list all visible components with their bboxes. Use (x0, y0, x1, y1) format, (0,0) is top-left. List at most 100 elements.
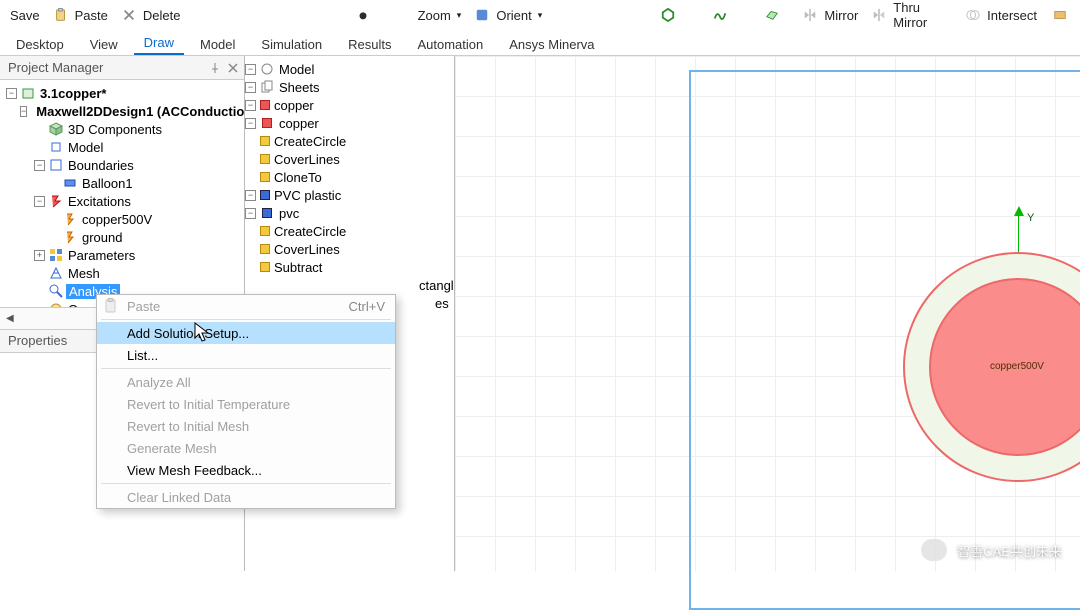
tab-desktop[interactable]: Desktop (6, 34, 74, 55)
mtree-pvc[interactable]: −pvc (245, 204, 454, 222)
ctx-paste-short: Ctrl+V (349, 299, 385, 314)
ctx-generate-mesh: Generate Mesh (97, 437, 395, 459)
mtree-cloneto[interactable]: CloneTo (245, 168, 454, 186)
paste-icon (103, 298, 119, 314)
intersect-label: Intersect (987, 8, 1037, 23)
cube-icon (49, 122, 63, 136)
intersect-button[interactable]: Intersect (960, 6, 1043, 25)
mtree-copper[interactable]: −copper (245, 114, 454, 132)
orient-label: Orient (496, 8, 531, 23)
save-button[interactable]: Save (4, 6, 46, 25)
mtree-partial1[interactable]: Subtract (245, 258, 454, 276)
tree-root[interactable]: −3.1copper* (0, 84, 244, 102)
bug-icon-button[interactable] (350, 6, 379, 24)
paste-label: Paste (75, 8, 108, 23)
zoom-button[interactable]: Zoom▾ (412, 6, 468, 25)
bolt-icon (63, 212, 77, 226)
tab-minerva[interactable]: Ansys Minerva (499, 34, 604, 55)
canvas[interactable]: Y copper500V (455, 56, 1080, 571)
hex-button[interactable] (655, 6, 684, 24)
tree-cu500v[interactable]: copper500V (0, 210, 244, 228)
mirror-icon (803, 8, 817, 22)
tab-simulation[interactable]: Simulation (251, 34, 332, 55)
wechat-icon (921, 539, 947, 561)
tab-results[interactable]: Results (338, 34, 401, 55)
hexagon-icon (661, 8, 675, 22)
design-label: Maxwell2DDesign1 (ACConduction) (34, 104, 244, 119)
center-label: copper500V (990, 361, 1044, 372)
path-icon (713, 8, 727, 22)
tree-3dcomp[interactable]: 3D Components (0, 120, 244, 138)
mtree-sheets[interactable]: −Sheets (245, 78, 454, 96)
excit-icon (49, 194, 63, 208)
thru-mirror-button[interactable]: Thru Mirror (866, 0, 958, 32)
delete-button[interactable]: Delete (116, 6, 187, 25)
ctx-paste-label: Paste (127, 299, 160, 314)
surface-button[interactable] (759, 6, 788, 24)
blue-material-icon (260, 190, 270, 200)
red-material-icon (260, 100, 270, 110)
surface-icon (765, 8, 779, 22)
model-icon (49, 140, 63, 154)
ctx-list[interactable]: List... (97, 344, 395, 366)
pm-title-label: Project Manager (8, 60, 103, 75)
ctx-analyze-all: Analyze All (97, 371, 395, 393)
path-button[interactable] (707, 6, 736, 24)
panel-icon-button[interactable] (1047, 6, 1076, 24)
project-tree[interactable]: −3.1copper* −Maxwell2DDesign1 (ACConduct… (0, 80, 244, 307)
tab-model[interactable]: Model (190, 34, 245, 55)
root-label: 3.1copper* (38, 86, 106, 101)
tab-draw[interactable]: Draw (134, 32, 184, 55)
y-axis-label: Y (1027, 212, 1034, 224)
save-label: Save (10, 8, 40, 23)
mtree-createcircle2[interactable]: CreateCircle (245, 222, 454, 240)
ctx-add-solution-setup[interactable]: Add Solution Setup... (97, 322, 395, 344)
mtree-createcircle[interactable]: CreateCircle (245, 132, 454, 150)
mtree-coverlines2[interactable]: CoverLines (245, 240, 454, 258)
tree-boundaries[interactable]: −Boundaries (0, 156, 244, 174)
tree-balloon1[interactable]: Balloon1 (0, 174, 244, 192)
orient-button[interactable]: Orient▾ (469, 6, 548, 25)
tree-model[interactable]: Model (0, 138, 244, 156)
close-icon[interactable] (226, 61, 240, 75)
mirror-label: Mirror (824, 8, 858, 23)
bolt-icon (63, 230, 77, 244)
project-manager-title: Project Manager (0, 56, 244, 80)
pin-icon[interactable] (208, 61, 222, 75)
tree-ground[interactable]: ground (0, 228, 244, 246)
ctx-paste: Paste Ctrl+V (97, 295, 395, 317)
mtree-coverlines[interactable]: CoverLines (245, 150, 454, 168)
ctx-revert-mesh: Revert to Initial Mesh (97, 415, 395, 437)
ctx-clear-linked: Clear Linked Data (97, 486, 395, 508)
paste-button[interactable]: Paste (48, 6, 114, 25)
menu-tabs: Desktop View Draw Model Simulation Resul… (0, 30, 1080, 56)
tree-design[interactable]: −Maxwell2DDesign1 (ACConduction) (0, 102, 244, 120)
watermark: 智善CAE共创未来 (921, 539, 1062, 561)
mtree-cut1: ctangles (245, 276, 454, 294)
tree-parameters[interactable]: +Parameters (0, 246, 244, 264)
intersect-icon (966, 8, 980, 22)
tree-excitations[interactable]: −Excitations (0, 192, 244, 210)
tree-mesh[interactable]: Mesh (0, 264, 244, 282)
project-icon (21, 86, 35, 100)
tab-view[interactable]: View (80, 34, 128, 55)
boundaries-icon (49, 158, 63, 172)
orient-icon (475, 8, 489, 22)
sheets-icon (260, 80, 274, 94)
analysis-icon (49, 284, 63, 298)
toolbar: Save Paste Delete Zoom▾ Orient▾ Mirror T… (0, 0, 1080, 30)
mtree-model[interactable]: −Model (245, 60, 454, 78)
op-icon (260, 136, 270, 146)
ctx-view-mesh-feedback[interactable]: View Mesh Feedback... (97, 459, 395, 481)
thru-mirror-icon (872, 8, 886, 22)
mtree-pvc-grp[interactable]: −PVC plastic (245, 186, 454, 204)
context-menu: Paste Ctrl+V Add Solution Setup... List.… (96, 294, 396, 509)
zoom-label: Zoom (418, 8, 451, 23)
paste-icon (54, 8, 68, 22)
mtree-copper-grp[interactable]: −copper (245, 96, 454, 114)
mirror-button[interactable]: Mirror (797, 6, 864, 25)
tab-automation[interactable]: Automation (407, 34, 493, 55)
thru-mirror-label: Thru Mirror (893, 0, 952, 30)
delete-icon (122, 8, 136, 22)
ctx-revert-temp: Revert to Initial Temperature (97, 393, 395, 415)
